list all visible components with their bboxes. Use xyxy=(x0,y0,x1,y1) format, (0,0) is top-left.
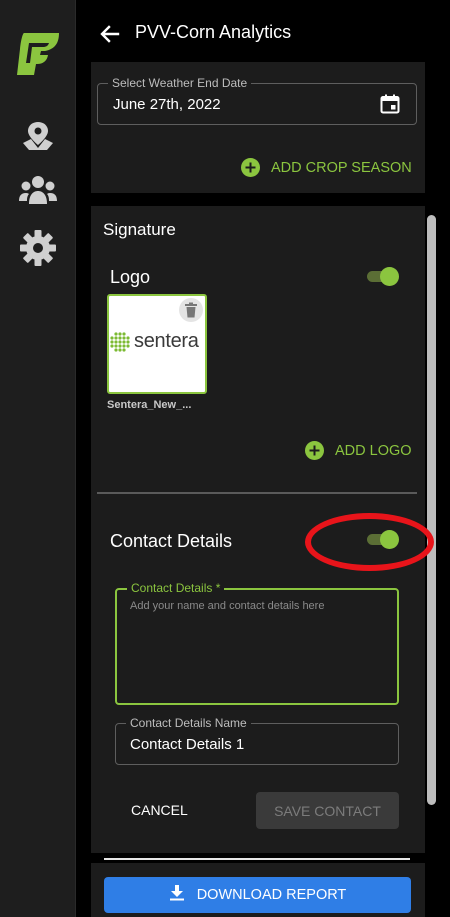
settings-nav-button[interactable] xyxy=(16,229,60,272)
weather-end-date-label: Select Weather End Date xyxy=(108,77,252,90)
report-panel: Select Weather End Date June 27th, 2022 xyxy=(77,0,450,917)
calendar-icon[interactable] xyxy=(379,93,401,115)
contact-details-label: Contact Details * xyxy=(127,582,225,595)
contact-details-textarea[interactable] xyxy=(130,600,385,695)
app-logo[interactable] xyxy=(15,31,61,77)
settings-icon xyxy=(19,229,57,272)
contact-details-name-label: Contact Details Name xyxy=(126,717,251,730)
toggle-thumb xyxy=(380,267,399,286)
sentera-logo-text: sentera xyxy=(134,330,199,352)
save-contact-button[interactable]: SAVE CONTACT xyxy=(256,792,399,829)
signature-title: Signature xyxy=(103,220,176,239)
weather-end-date-field[interactable]: Select Weather End Date June 27th, 2022 xyxy=(97,77,417,125)
contact-details-title: Contact Details xyxy=(110,531,233,551)
sentera-dots-icon xyxy=(110,331,130,352)
add-circle-icon xyxy=(241,158,260,177)
contact-details-name-input[interactable] xyxy=(130,734,385,754)
contact-details-toggle[interactable] xyxy=(365,530,399,549)
section-divider xyxy=(97,492,417,494)
download-report-label: DOWNLOAD REPORT xyxy=(196,887,347,903)
sentera-logo-image: sentera xyxy=(109,330,199,353)
logo-toggle[interactable] xyxy=(365,267,399,286)
back-arrow-icon[interactable] xyxy=(97,21,123,47)
add-logo-button[interactable]: ADD LOGO xyxy=(305,441,412,460)
trash-icon xyxy=(185,302,197,318)
signature-card: Signature Logo sentera Sentera_New_... A… xyxy=(91,206,425,853)
cancel-button[interactable]: CANCEL xyxy=(131,802,188,818)
page-header: PVV-Corn Analytics xyxy=(77,0,450,62)
logo-title: Logo xyxy=(110,267,151,287)
toggle-thumb xyxy=(380,530,399,549)
weather-end-date-value: June 27th, 2022 xyxy=(113,96,221,113)
logo-thumbnail[interactable]: sentera xyxy=(107,294,207,394)
logo-file-name: Sentera_New_... xyxy=(107,399,192,411)
scrollbar[interactable] xyxy=(427,215,436,805)
page-title: PVV-Corn Analytics xyxy=(135,22,292,42)
download-icon xyxy=(169,884,185,906)
footer-divider xyxy=(104,858,410,860)
map-icon xyxy=(19,118,57,159)
contact-details-field: Contact Details * xyxy=(115,582,399,705)
add-logo-label: ADD LOGO xyxy=(335,442,412,459)
add-crop-season-button[interactable]: ADD CROP SEASON xyxy=(241,158,412,177)
add-circle-icon xyxy=(305,441,324,460)
users-nav-button[interactable] xyxy=(16,172,60,212)
map-nav-button[interactable] xyxy=(16,118,60,158)
contact-details-name-field: Contact Details Name xyxy=(115,717,399,765)
sidebar xyxy=(0,0,76,917)
add-crop-season-label: ADD CROP SEASON xyxy=(271,159,412,176)
users-icon xyxy=(18,170,58,215)
crop-season-card: Select Weather End Date June 27th, 2022 xyxy=(91,40,425,193)
download-report-button[interactable]: DOWNLOAD REPORT xyxy=(104,877,411,913)
delete-logo-button[interactable] xyxy=(179,298,203,322)
